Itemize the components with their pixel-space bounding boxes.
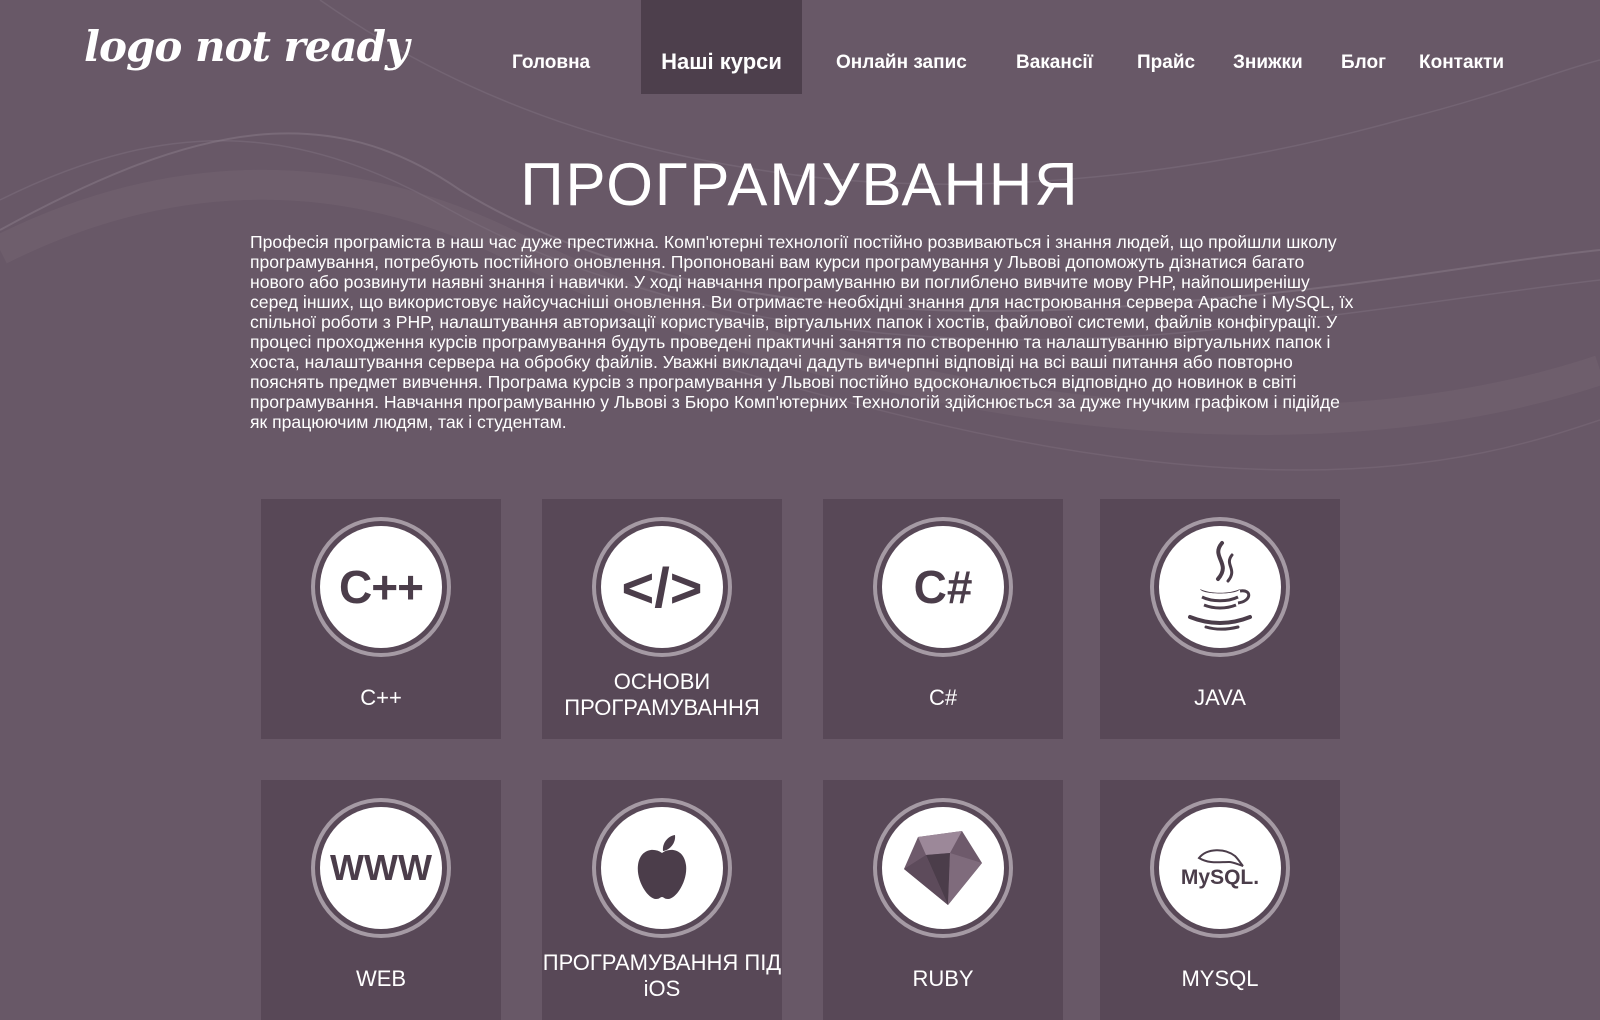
course-card-mysql[interactable]: MySQL. MYSQL: [1100, 780, 1340, 1020]
course-title: C++: [360, 685, 402, 710]
course-title: ОСНОВИ ПРОГРАМУВАННЯ: [564, 669, 760, 720]
csharp-icon: C#: [882, 526, 1004, 648]
icon-ring: [1150, 517, 1290, 657]
code-tag-icon: </>: [601, 526, 723, 648]
nav-item-blog[interactable]: Блог: [1341, 0, 1386, 94]
course-title: RUBY: [912, 966, 974, 991]
course-title: MYSQL: [1181, 966, 1259, 991]
course-title: JAVA: [1194, 685, 1246, 710]
apple-icon: [601, 807, 723, 929]
cpp-icon: C++: [320, 526, 442, 648]
main-navigation: Головна Наші курси Онлайн запис Вакансії…: [0, 0, 1600, 94]
course-card-csharp[interactable]: C# C#: [823, 499, 1063, 739]
course-card-cpp[interactable]: C++ C++: [261, 499, 501, 739]
course-card-web[interactable]: WWW WEB: [261, 780, 501, 1020]
course-card-programming-basics[interactable]: </> ОСНОВИ ПРОГРАМУВАННЯ: [542, 499, 782, 739]
mysql-dolphin-icon: MySQL.: [1159, 807, 1281, 929]
java-cup-icon: [1159, 526, 1281, 648]
nav-item-price[interactable]: Прайс: [1137, 0, 1195, 94]
page-title: ПРОГРАМУВАННЯ: [520, 151, 1080, 218]
icon-ring: [592, 798, 732, 938]
nav-item-label: Знижки: [1233, 52, 1303, 73]
nav-item-vacancies[interactable]: Вакансії: [1016, 0, 1093, 94]
nav-item-label: Головна: [512, 52, 591, 73]
ruby-gem-icon: [882, 807, 1004, 929]
nav-item-label: Онлайн запис: [836, 52, 967, 73]
course-card-ios[interactable]: ПРОГРАМУВАННЯ ПІД iOS: [542, 780, 782, 1020]
icon-ring: C#: [873, 517, 1013, 657]
course-card-ruby[interactable]: RUBY: [823, 780, 1063, 1020]
icon-ring: MySQL.: [1150, 798, 1290, 938]
icon-ring: C++: [311, 517, 451, 657]
intro-text: Професія програміста в наш час дуже прес…: [250, 232, 1354, 432]
www-icon: WWW: [320, 807, 442, 929]
nav-item-discounts[interactable]: Знижки: [1233, 0, 1303, 94]
mysql-logo-text: MySQL.: [1180, 866, 1260, 889]
nav-item-label: Вакансії: [1016, 52, 1094, 73]
icon-ring: [873, 798, 1013, 938]
nav-item-home[interactable]: Головна: [512, 0, 590, 94]
course-title: C#: [928, 685, 958, 710]
icon-ring: </>: [592, 517, 732, 657]
nav-item-label: Контакти: [1419, 52, 1505, 73]
nav-item-contacts[interactable]: Контакти: [1419, 0, 1504, 94]
course-card-java[interactable]: JAVA: [1100, 499, 1340, 739]
nav-item-courses[interactable]: Наші курси: [641, 0, 802, 94]
nav-item-label: Блог: [1341, 52, 1386, 73]
nav-item-label: Наші курси: [661, 49, 782, 74]
nav-item-online-booking[interactable]: Онлайн запис: [836, 0, 967, 94]
nav-item-label: Прайс: [1137, 52, 1196, 73]
course-title: ПРОГРАМУВАННЯ ПІД iOS: [542, 950, 782, 1001]
course-title: WEB: [355, 966, 407, 991]
icon-ring: WWW: [311, 798, 451, 938]
